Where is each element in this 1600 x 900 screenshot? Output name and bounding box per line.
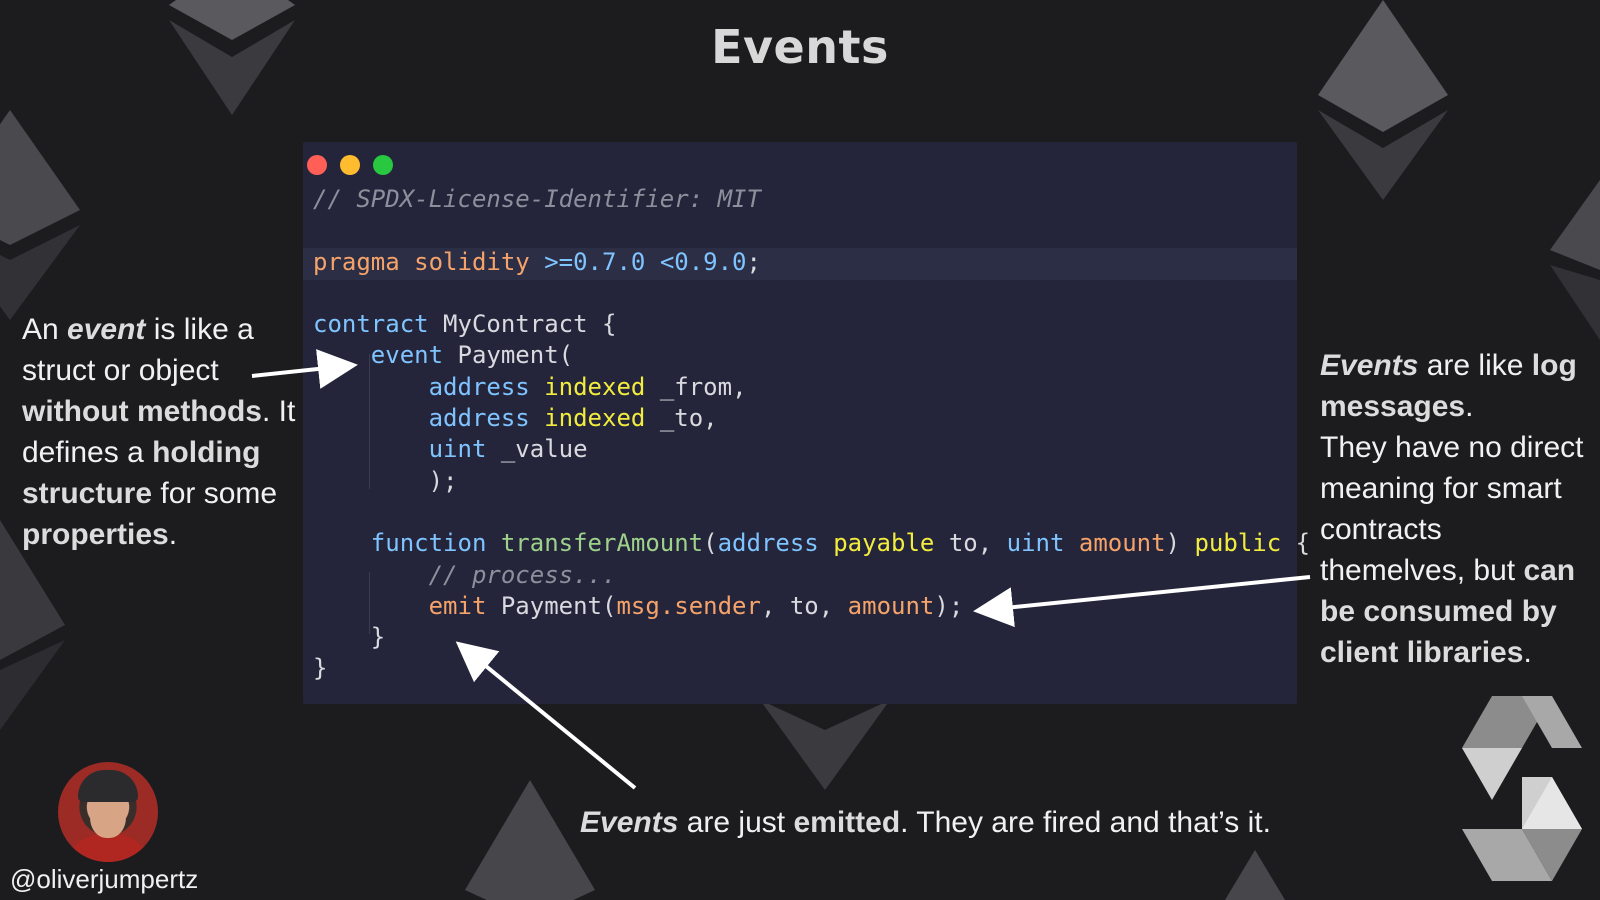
author-avatar — [58, 762, 158, 862]
note-left: An event is like a struct or object with… — [22, 313, 296, 551]
code-line: emit Payment(msg.sender, to, amount); — [428, 591, 964, 620]
author-handle: @oliverjumpertz — [10, 864, 199, 894]
ethereum-logo-decoration-right-edge — [1550, 180, 1600, 340]
slide-title: Events — [711, 20, 889, 74]
code-block: // SPDX-License-Identifier: MIT pragma s… — [313, 184, 1310, 685]
note-right: Events are like log messages. They have n… — [1320, 349, 1584, 669]
ethereum-logo-decoration-left — [0, 110, 80, 320]
code-window: // SPDX-License-Identifier: MIT pragma s… — [303, 142, 1310, 704]
code-line: address indexed _from, — [428, 372, 747, 401]
ethereum-logo-decoration-bottom-left — [465, 780, 595, 900]
ethereum-logo-decoration-bottom-center — [760, 700, 890, 790]
code-line: ); — [428, 466, 458, 495]
code-line: // SPDX-License-Identifier: MIT — [313, 185, 761, 213]
solidity-logo — [1462, 696, 1582, 881]
minimize-dot-icon — [340, 155, 360, 175]
code-line: function transferAmount(address payable … — [370, 529, 1311, 558]
note-bottom: Events are just emitted. They are fired … — [580, 806, 1271, 839]
close-dot-icon — [307, 155, 327, 175]
code-line: event Payment( — [370, 341, 574, 370]
code-line: pragma solidity >=0.7.0 <0.9.0; — [313, 247, 761, 276]
code-line: contract MyContract { — [313, 310, 617, 339]
ethereum-logo-decoration-bottom-right — [1225, 850, 1285, 900]
code-line: address indexed _to, — [428, 404, 718, 433]
code-line: } — [370, 623, 386, 652]
window-controls — [307, 155, 393, 175]
code-line: } — [313, 654, 328, 683]
code-line: // process... — [313, 560, 617, 589]
maximize-dot-icon — [373, 155, 393, 175]
code-line: uint _value — [428, 435, 588, 464]
